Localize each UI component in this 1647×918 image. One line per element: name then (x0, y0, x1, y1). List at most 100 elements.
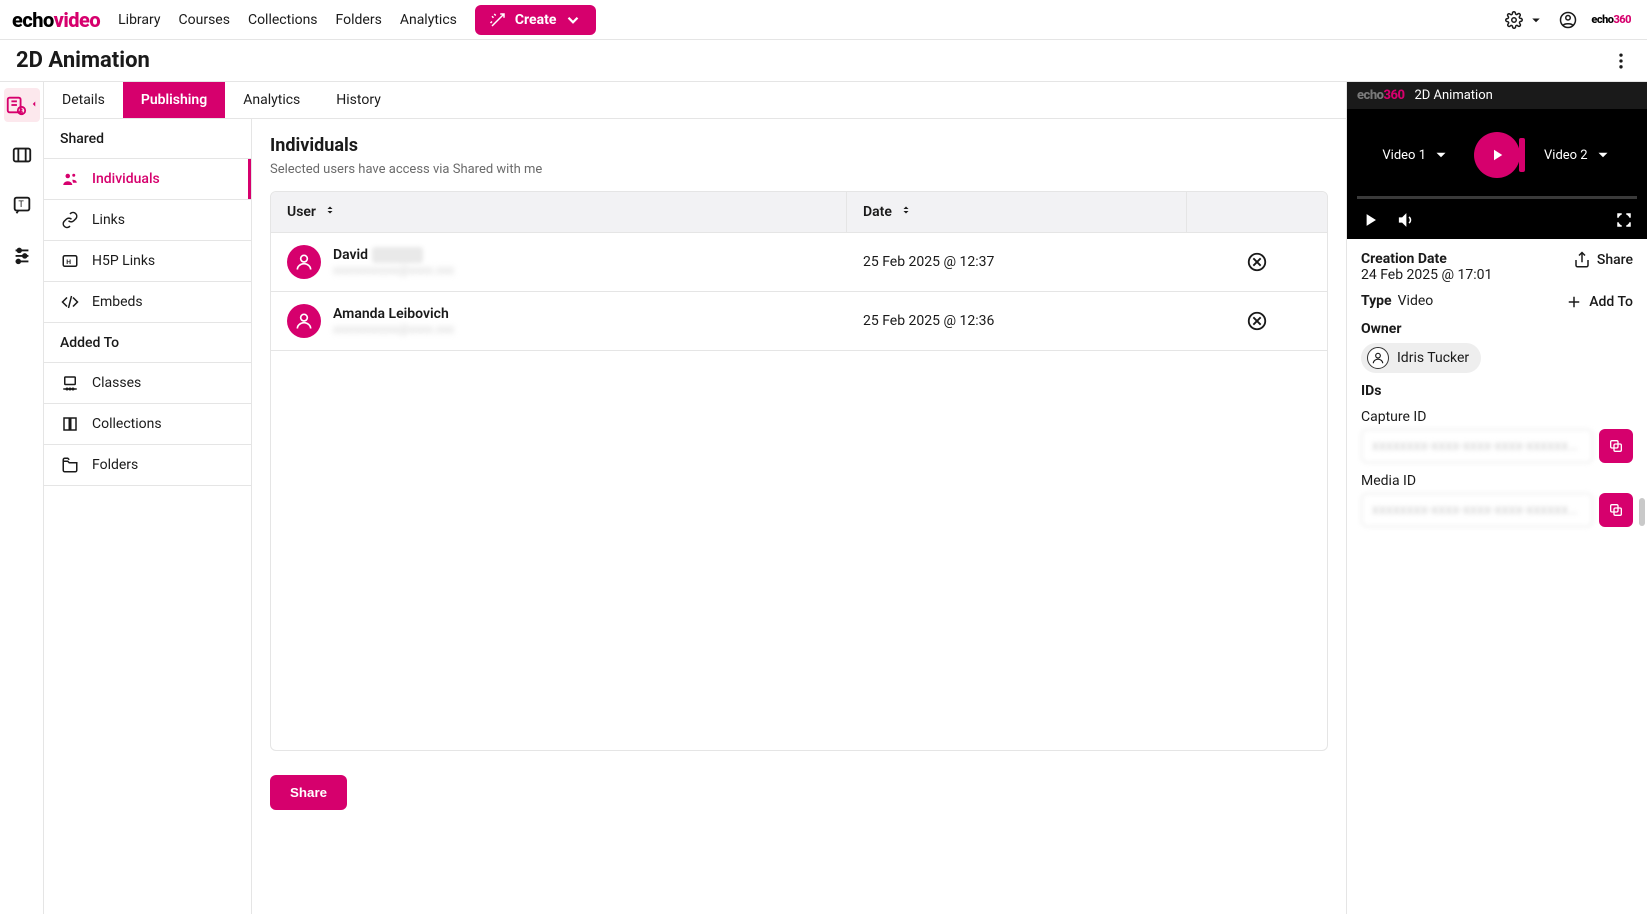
col-date-label: Date (863, 204, 892, 220)
nav-courses[interactable]: Courses (179, 12, 230, 28)
owner-avatar-icon (1367, 347, 1389, 369)
magic-wand-icon (489, 11, 507, 29)
title-bar: 2D Animation (0, 40, 1647, 82)
tab-publishing[interactable]: Publishing (123, 82, 225, 118)
play-button[interactable] (1474, 132, 1520, 178)
subnav-folders-label: Folders (92, 457, 138, 473)
copy-media-id-button[interactable] (1599, 493, 1633, 527)
chevron-down-icon[interactable] (1527, 11, 1545, 29)
subnav-collections[interactable]: Collections (44, 403, 251, 445)
video-player: echo360 2D Animation Video 1 Video 2 (1347, 82, 1647, 239)
chevron-down-icon (1594, 146, 1612, 164)
player-video1-dropdown[interactable]: Video 1 (1382, 146, 1450, 164)
create-button[interactable]: Create (475, 5, 597, 35)
share-button[interactable]: Share (270, 775, 347, 810)
owner-label: Owner (1361, 321, 1633, 337)
tab-analytics[interactable]: Analytics (225, 82, 318, 118)
user-email: xxxxxxxxxxx@xxxx.xxx (333, 263, 454, 277)
rail-media-button[interactable] (4, 138, 40, 172)
subnav-h5p[interactable]: H H5P Links (44, 240, 251, 282)
media-id-value[interactable]: xxxxxxxx-xxxx-xxxx-xxxx-xxxxxxxxxxxx (1361, 493, 1593, 527)
tabs: Details Publishing Analytics History (44, 82, 1346, 119)
top-nav: echovideo Library Courses Collections Fo… (0, 0, 1647, 40)
progress-track[interactable] (1357, 196, 1637, 199)
nav-library[interactable]: Library (118, 12, 160, 28)
addto-action[interactable]: Add To (1565, 293, 1633, 311)
rail-settings-button[interactable] (4, 238, 40, 272)
col-header-actions (1187, 192, 1327, 232)
player-brand: echo360 (1357, 88, 1404, 103)
main-content: Individuals Selected users have access v… (252, 119, 1346, 914)
capture-id-value[interactable]: xxxxxxxx-xxxx-xxxx-xxxx-xxxxxxxxxxxx (1361, 429, 1593, 463)
svg-text:H: H (66, 258, 71, 266)
nav-analytics[interactable]: Analytics (400, 12, 457, 28)
chevron-left-icon (29, 97, 39, 113)
publishing-subnav: Shared Individuals Links H H5P Links (44, 119, 252, 914)
share-date: 25 Feb 2025 @ 12:37 (847, 242, 1187, 282)
subnav-links[interactable]: Links (44, 199, 251, 241)
subnav-h5p-label: H5P Links (92, 253, 155, 269)
type-value: Video (1398, 293, 1434, 309)
brand-logo[interactable]: echovideo (12, 8, 100, 32)
rail-info-button[interactable] (4, 88, 40, 122)
fullscreen-icon[interactable] (1615, 211, 1633, 229)
col-header-user[interactable]: User (271, 192, 847, 232)
brand-part2: video (54, 8, 101, 32)
table-row: David Xxxxxx xxxxxxxxxxx@xxxx.xxx 25 Feb… (271, 233, 1327, 292)
remove-user-button[interactable] (1187, 298, 1327, 344)
rail-transcript-button[interactable]: T (4, 188, 40, 222)
subnav-classes[interactable]: Classes (44, 362, 251, 404)
copy-capture-id-button[interactable] (1599, 429, 1633, 463)
subnav-embeds-label: Embeds (92, 294, 143, 310)
col-header-date[interactable]: Date (847, 192, 1187, 232)
chevron-down-icon (1432, 146, 1450, 164)
settings-gear-icon[interactable] (1505, 11, 1523, 29)
player-video2-dropdown[interactable]: Video 2 (1544, 146, 1612, 164)
subnav-embeds[interactable]: Embeds (44, 281, 251, 323)
user-name: Amanda Leibovich (333, 306, 449, 322)
more-options-icon[interactable] (1611, 51, 1631, 71)
subnav-individuals[interactable]: Individuals (44, 158, 251, 200)
share-date: 25 Feb 2025 @ 12:36 (847, 301, 1187, 341)
play-icon[interactable] (1361, 211, 1379, 229)
subnav-individuals-label: Individuals (92, 171, 160, 187)
share-action[interactable]: Share (1573, 251, 1633, 269)
mini-rail: T (0, 82, 44, 914)
col-user-label: User (287, 204, 316, 220)
sort-icon (324, 204, 336, 220)
owner-name: Idris Tucker (1397, 350, 1469, 366)
sort-icon (900, 204, 912, 220)
volume-icon[interactable] (1397, 211, 1415, 229)
avatar (287, 245, 321, 279)
echo360-badge: echo360 (1591, 13, 1631, 26)
creation-date-value: 24 Feb 2025 @ 17:01 (1361, 267, 1492, 283)
avatar (287, 304, 321, 338)
detail-pane: echo360 2D Animation Video 1 Video 2 (1347, 82, 1647, 914)
user-name: David (333, 247, 368, 263)
subnav-links-label: Links (92, 212, 125, 228)
account-icon[interactable] (1559, 11, 1577, 29)
media-id-label: Media ID (1361, 473, 1633, 489)
scrollbar[interactable] (1639, 498, 1645, 526)
user-name-redacted: Xxxxxx (372, 247, 424, 263)
subnav-heading-shared: Shared (44, 119, 251, 159)
create-label: Create (515, 12, 557, 28)
chevron-down-icon (564, 11, 582, 29)
svg-text:T: T (18, 200, 24, 210)
individuals-table: User Date (270, 191, 1328, 751)
main-subheading: Selected users have access via Shared wi… (270, 162, 1328, 177)
nav-folders[interactable]: Folders (336, 12, 382, 28)
tab-history[interactable]: History (318, 82, 399, 118)
player-title: 2D Animation (1414, 88, 1492, 103)
table-row: Amanda Leibovich xxxxxxxxxxx@xxxx.xxx 25… (271, 292, 1327, 351)
tab-details[interactable]: Details (44, 82, 123, 118)
ids-label: IDs (1361, 383, 1633, 399)
subnav-folders[interactable]: Folders (44, 444, 251, 486)
type-label: Type (1361, 293, 1392, 309)
owner-chip[interactable]: Idris Tucker (1361, 343, 1481, 373)
subnav-heading-addedto: Added To (44, 323, 251, 363)
nav-collections[interactable]: Collections (248, 12, 318, 28)
subnav-collections-label: Collections (92, 416, 162, 432)
creation-date-label: Creation Date (1361, 251, 1492, 267)
remove-user-button[interactable] (1187, 239, 1327, 285)
